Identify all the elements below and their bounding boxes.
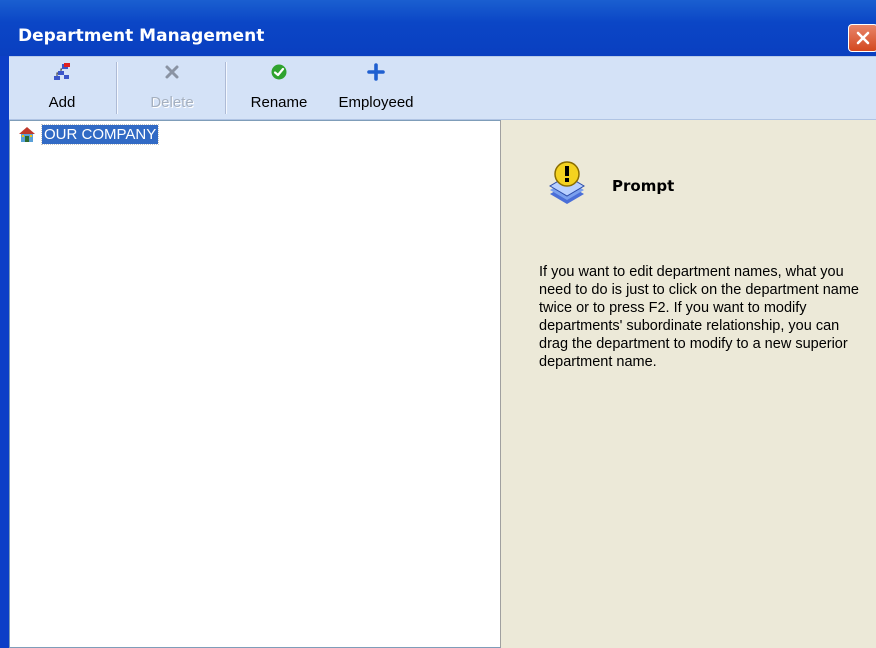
add-department-icon xyxy=(54,63,70,80)
add-button-label: Add xyxy=(48,94,76,111)
toolbar-separator xyxy=(225,62,227,114)
window-title: Department Management xyxy=(18,26,265,46)
rename-button[interactable]: Rename xyxy=(244,60,314,116)
prompt-text: If you want to edit department names, wh… xyxy=(539,264,859,370)
tree-item-label[interactable]: OUR COMPANY xyxy=(40,123,160,145)
delete-x-icon xyxy=(165,65,179,79)
toolbar: Add Delete Rename Employeed xyxy=(9,56,876,120)
employeed-button[interactable]: Employeed xyxy=(328,60,424,116)
delete-button-label: Delete xyxy=(150,94,194,111)
tree-item-root[interactable]: OUR COMPANY xyxy=(18,123,160,145)
prompt-title: Prompt xyxy=(612,177,675,195)
delete-button[interactable]: Delete xyxy=(137,60,207,116)
title-bar: Department Management xyxy=(0,0,876,56)
blue-plus-icon xyxy=(367,63,385,81)
add-button[interactable]: Add xyxy=(32,60,92,116)
green-check-icon xyxy=(271,64,287,80)
info-bulb-icon xyxy=(549,161,585,204)
department-tree[interactable]: OUR COMPANY xyxy=(9,120,501,648)
prompt-panel: Prompt If you want to edit department na… xyxy=(501,120,876,648)
close-icon xyxy=(856,31,870,45)
home-icon xyxy=(19,127,35,142)
close-button[interactable] xyxy=(848,24,876,52)
toolbar-separator xyxy=(116,62,118,114)
employeed-button-label: Employeed xyxy=(338,94,414,111)
rename-button-label: Rename xyxy=(250,94,308,111)
window-frame-left xyxy=(0,56,9,648)
